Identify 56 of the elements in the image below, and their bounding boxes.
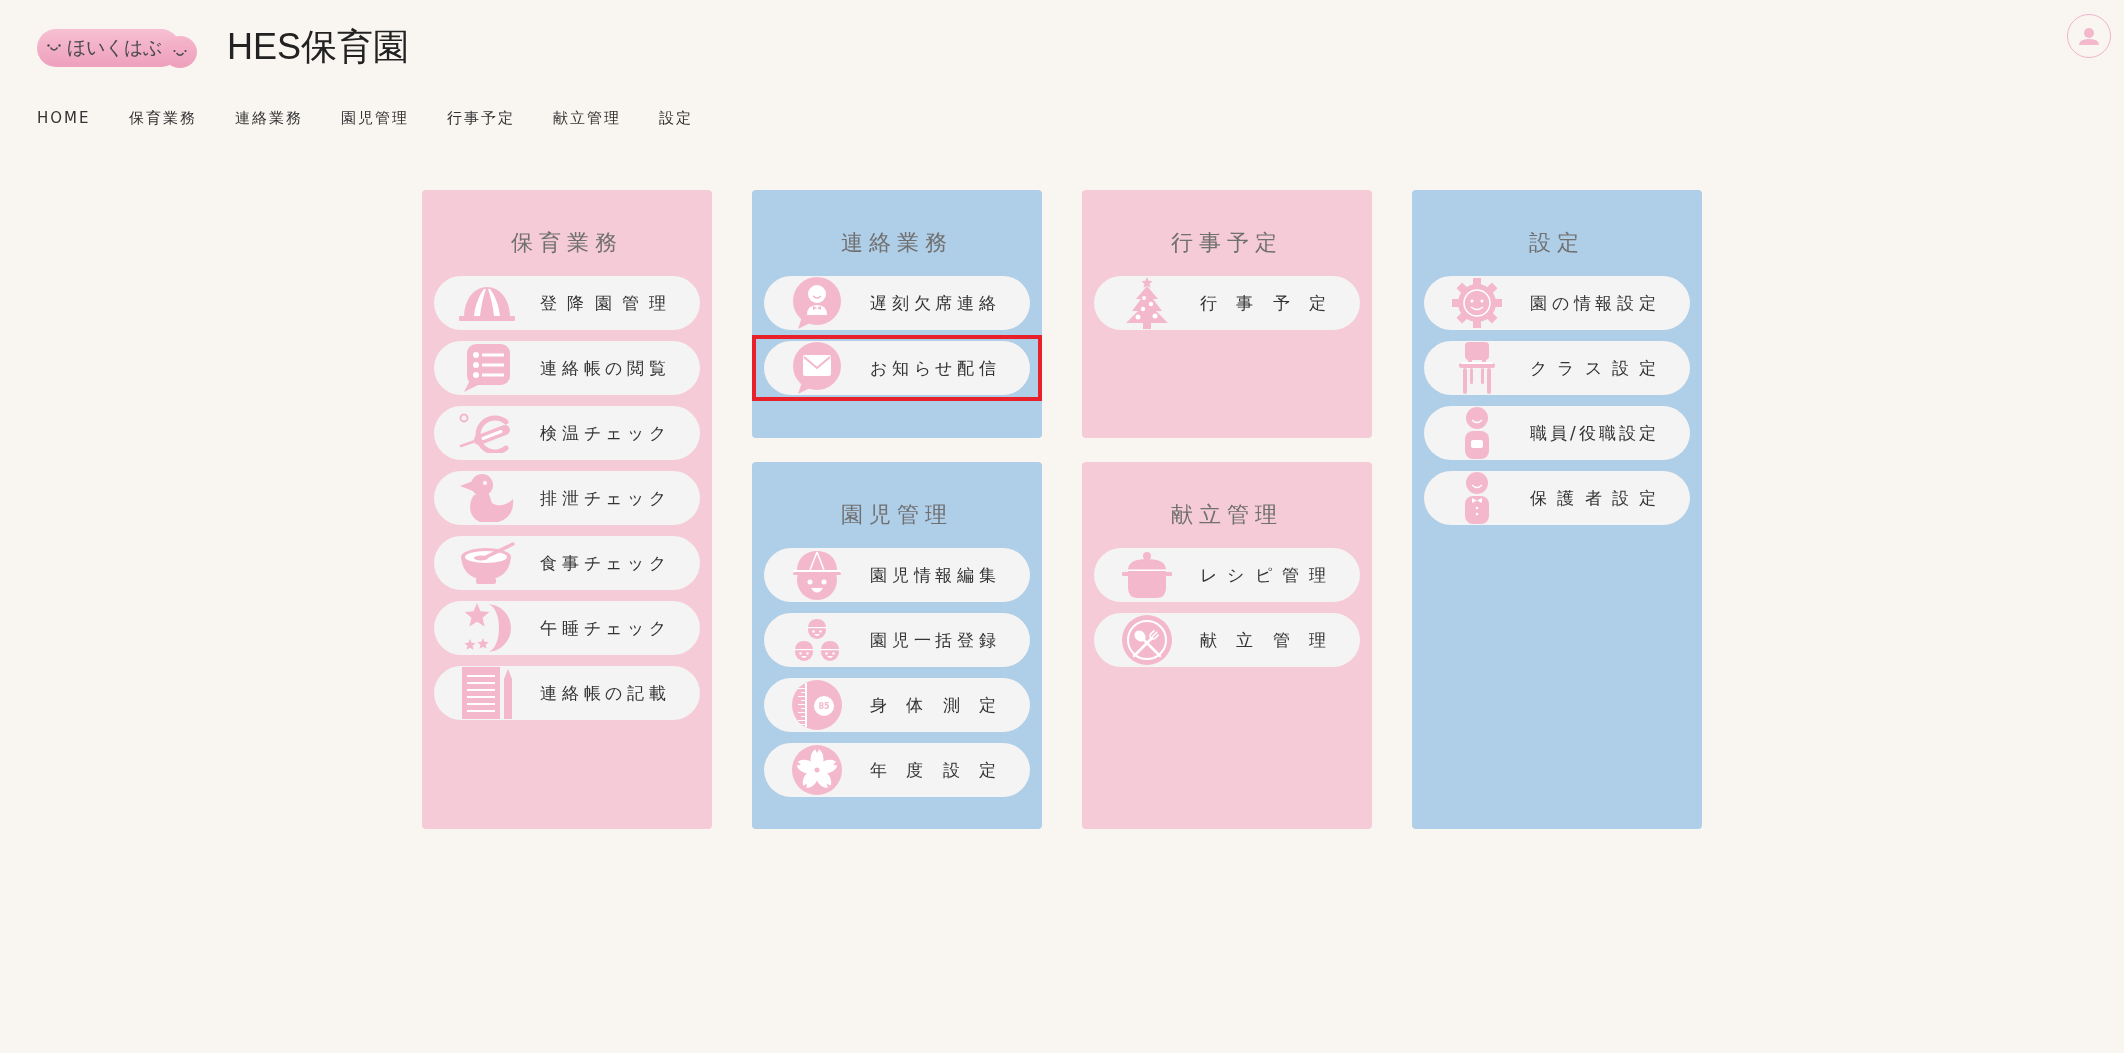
nav-link[interactable]: 設定 [658, 108, 693, 128]
smile-icon [47, 43, 61, 52]
child-bubble-icon [792, 277, 842, 329]
menu-button[interactable]: クラス設定 [1424, 341, 1690, 395]
child-face-icon [791, 549, 843, 601]
menu-button[interactable]: 連絡帳の記載 [434, 666, 700, 720]
plate-cutlery-icon [1122, 615, 1172, 665]
logo-text: ほいくはぶ [67, 34, 162, 60]
menu-button[interactable]: 年度設定 [764, 743, 1030, 797]
menu-button[interactable]: レシピ管理 [1094, 548, 1360, 602]
moon-stars-icon [463, 602, 511, 654]
menu-button[interactable]: 85 身体測定 [764, 678, 1030, 732]
pot-icon [1122, 552, 1172, 598]
gear-face-icon [1452, 278, 1502, 328]
menu-button[interactable]: 職員/役職設定 [1424, 406, 1690, 460]
nav-link[interactable]: HOME [37, 108, 91, 128]
person-icon [1463, 472, 1491, 524]
nav-link[interactable]: 園児管理 [340, 108, 409, 128]
menu-button[interactable]: 園の情報設定 [1424, 276, 1690, 330]
hat-icon [459, 285, 515, 321]
menu-button[interactable]: 排泄チェック [434, 471, 700, 525]
chair-icon [1458, 342, 1496, 394]
menu-button[interactable]: 午睡チェック [434, 601, 700, 655]
menu-button[interactable]: 連絡帳の閲覧 [434, 341, 700, 395]
list-icon [464, 344, 510, 392]
menu-button[interactable]: 食事チェック [434, 536, 700, 590]
panel-title: 設定 [1528, 229, 1586, 257]
panel-title: 行事予定 [1170, 229, 1284, 257]
menu-button[interactable]: 園児情報編集 [764, 548, 1030, 602]
bowl-icon [459, 541, 515, 585]
menu-button[interactable]: 園児一括登録 [764, 613, 1030, 667]
panel-title: 園児管理 [840, 501, 954, 529]
measure-icon: 85 [792, 680, 842, 730]
menu-button[interactable]: 保護者設定 [1424, 471, 1690, 525]
panel-title: 連絡業務 [840, 229, 954, 257]
person-icon [2079, 27, 2099, 45]
tree-icon [1124, 277, 1170, 329]
nav-link[interactable]: 行事予定 [446, 108, 515, 128]
panel-title: 献立管理 [1170, 501, 1284, 529]
nav-link[interactable]: 献立管理 [552, 108, 621, 128]
menu-button[interactable]: お知らせ配信 [764, 341, 1030, 395]
nav-link[interactable]: 保育業務 [128, 108, 197, 128]
mail-bubble-icon [792, 342, 842, 394]
blossom-icon [792, 745, 842, 795]
menu-button[interactable]: 行事予定 [1094, 276, 1360, 330]
duck-icon [460, 473, 514, 523]
site-title: HES保育園 [227, 25, 410, 69]
notebook-pencil-icon [462, 667, 512, 719]
menu-button[interactable]: 献立管理 [1094, 613, 1360, 667]
menu-button[interactable]: 遅刻欠席連絡 [764, 276, 1030, 330]
children-faces-icon [791, 618, 843, 662]
menu-button[interactable]: 検温チェック [434, 406, 700, 460]
panel-title: 保育業務 [510, 229, 624, 257]
menu-button[interactable]: 登降園管理 [434, 276, 700, 330]
person-icon [1463, 407, 1491, 459]
nav-link[interactable]: 連絡業務 [234, 108, 303, 128]
